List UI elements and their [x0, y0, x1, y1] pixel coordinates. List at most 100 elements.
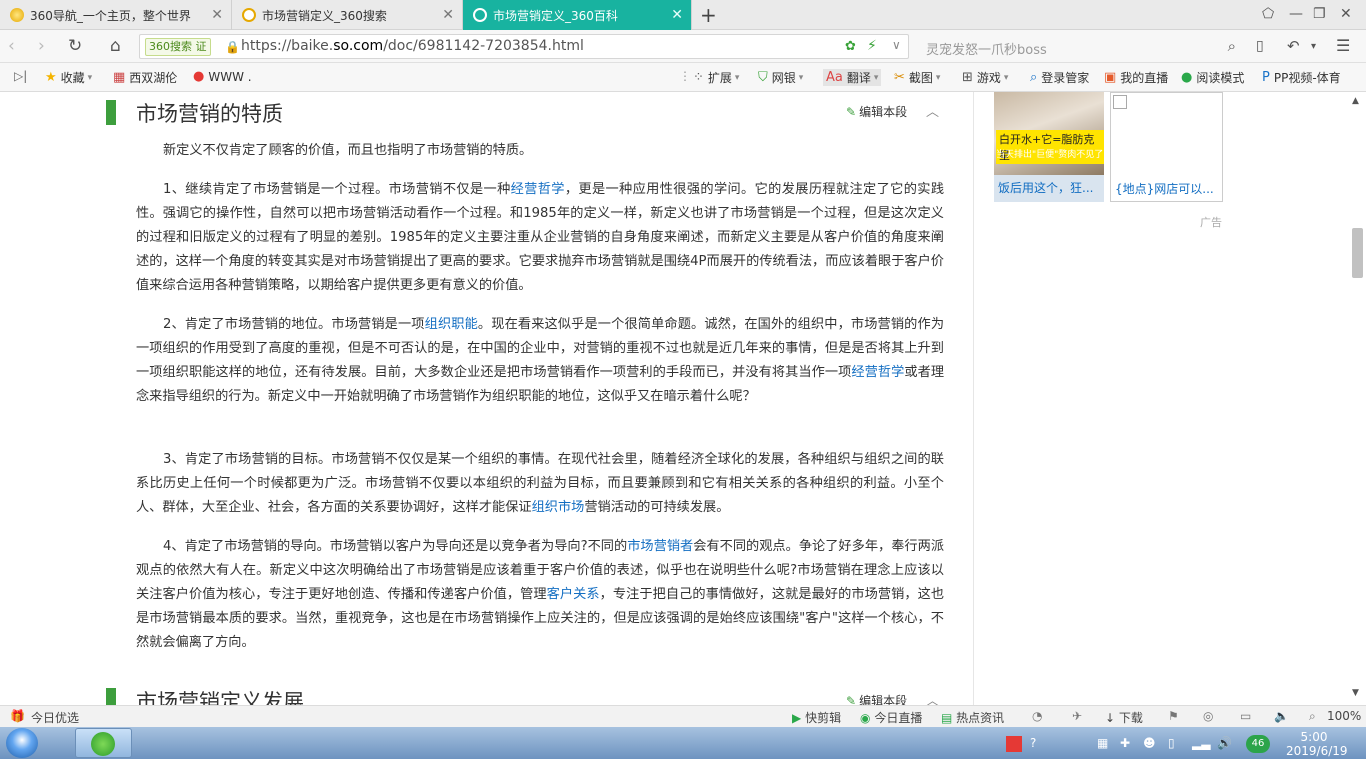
minimize-button[interactable]: —: [1289, 6, 1303, 22]
ad-card-2[interactable]: {地点}网店可以...: [1110, 92, 1223, 202]
tray-app-icon[interactable]: [1006, 736, 1022, 752]
clock-time: 5:00: [1300, 730, 1328, 744]
search-icon[interactable]: ⌕: [1228, 37, 1236, 55]
undo-icon[interactable]: ↶: [1287, 37, 1300, 55]
history-icon[interactable]: ◔: [1032, 709, 1042, 723]
toolbar-extensions[interactable]: ⁘ 扩展 ▾: [693, 69, 739, 86]
download-icon: ↓: [1105, 711, 1116, 725]
collapse-section-button[interactable]: ︿: [926, 101, 939, 120]
sidebar-toggle-icon[interactable]: ▷|: [14, 69, 27, 83]
speed-icon[interactable]: ◎: [1203, 709, 1213, 723]
keyboard-icon[interactable]: ▦: [1097, 736, 1108, 750]
tab-360-nav[interactable]: 360导航_一个主页，整个世界 ✕: [0, 0, 232, 30]
help-icon[interactable]: ?: [1030, 736, 1036, 750]
new-tab-button[interactable]: +: [700, 3, 717, 27]
search-input[interactable]: 灵宠发怒一爪秒boss: [926, 39, 1047, 58]
home-button[interactable]: ⌂: [110, 36, 121, 56]
qq-icon[interactable]: ☻: [1143, 736, 1156, 750]
chevron-down-icon[interactable]: ▾: [1311, 41, 1316, 52]
search-box[interactable]: 灵宠发怒一爪秒boss ⌕: [914, 34, 1244, 59]
collapse-section-button[interactable]: ︿: [926, 690, 939, 705]
lock-icon[interactable]: 🔒: [225, 40, 240, 54]
volume-icon[interactable]: 🔈: [1274, 709, 1289, 723]
gamepad-icon: ⊞: [962, 70, 973, 85]
bookmark-favorites[interactable]: ★ 收藏 ▾: [45, 69, 92, 86]
today-picks-link[interactable]: 今日优选: [31, 709, 79, 726]
ad-caption[interactable]: {地点}网店可以...: [1115, 180, 1219, 197]
zoom-icon[interactable]: ⌕: [1309, 709, 1316, 724]
close-window-button[interactable]: ✕: [1340, 6, 1352, 22]
forward-button[interactable]: ›: [38, 36, 45, 56]
section-marker: [106, 100, 116, 125]
bookmark-www[interactable]: ● WWW .: [193, 69, 252, 84]
lightning-icon[interactable]: ⚡: [867, 38, 877, 54]
toolbar-games[interactable]: ⊞ 游戏 ▾: [962, 69, 1008, 86]
chevron-down-icon[interactable]: ∨: [892, 38, 901, 52]
360-logo-icon: [10, 8, 24, 22]
taskbar-360-browser[interactable]: [75, 728, 132, 758]
security-shield-icon[interactable]: ✿: [845, 39, 856, 54]
toolbar-translate[interactable]: Aa 翻译 ▾: [823, 69, 882, 86]
link-shichang-yingxiaozhe[interactable]: 市场营销者: [627, 539, 693, 554]
close-icon[interactable]: ✕: [442, 7, 454, 23]
quick-edit-button[interactable]: ▶ 快剪辑: [792, 709, 841, 726]
reading-mode-icon: ●: [1181, 70, 1193, 85]
pp-logo-icon: P: [1262, 70, 1270, 85]
flag-icon[interactable]: ⚑: [1168, 709, 1179, 723]
today-live-button[interactable]: ◉ 今日直播: [860, 709, 922, 726]
shirt-skin-icon[interactable]: ⬠: [1262, 6, 1274, 22]
hot-news-button[interactable]: ▤ 热点资讯: [941, 709, 1004, 726]
phone-icon[interactable]: ▯: [1256, 38, 1264, 54]
paragraph-2: 2、肯定了市场营销的地位。市场营销是一项组织职能。现在看来这似乎是一个很简单命题…: [136, 317, 945, 404]
bookmark-xishuang[interactable]: ▦ 西双湖伦: [113, 69, 177, 86]
tab-360-baike[interactable]: 市场营销定义_360百科 ✕: [463, 0, 692, 30]
network-icon[interactable]: ▂▃: [1192, 736, 1210, 750]
url-text[interactable]: https://baike.so.com/doc/6981142-7203854…: [241, 38, 584, 54]
link-jingying-zhexue-2[interactable]: 经营哲学: [851, 365, 904, 380]
volume-icon[interactable]: 🔊: [1217, 736, 1232, 750]
edit-section-link[interactable]: ✎ 编辑本段: [846, 692, 907, 705]
system-clock[interactable]: 5:00 2019/6/19: [1286, 730, 1348, 758]
close-icon[interactable]: ✕: [211, 7, 223, 23]
edit-section-link[interactable]: ✎ 编辑本段: [846, 103, 907, 120]
network-speed-badge[interactable]: 46: [1246, 735, 1270, 753]
verified-badge[interactable]: 360搜索 证: [145, 38, 211, 56]
menu-icon[interactable]: ☰: [1336, 36, 1350, 55]
tab-360-search[interactable]: 市场营销定义_360搜索 ✕: [232, 0, 463, 30]
link-zuzhi-shichang[interactable]: 组织市场: [532, 500, 585, 515]
usb-icon[interactable]: ▯: [1168, 736, 1175, 750]
address-bar[interactable]: 360搜索 证 🔒 https://baike.so.com/doc/69811…: [139, 34, 909, 59]
window-icon[interactable]: ▭: [1240, 709, 1251, 723]
close-icon[interactable]: ✕: [671, 7, 683, 23]
section-title: 市场营销定义发展: [136, 690, 304, 705]
toolbar-reading-mode[interactable]: ● 阅读模式: [1181, 69, 1244, 86]
scrollbar[interactable]: ▲ ▼: [1348, 92, 1366, 705]
toolbar-my-live[interactable]: ▣ 我的直播: [1104, 69, 1168, 86]
scroll-up-arrow-icon[interactable]: ▲: [1352, 96, 1359, 106]
link-zuzhi-zhineng[interactable]: 组织职能: [425, 317, 478, 332]
link-kehu-guanxi[interactable]: 客户关系: [547, 587, 600, 602]
download-button[interactable]: ↓ 下载: [1105, 709, 1143, 726]
refresh-button[interactable]: ↻: [68, 36, 82, 56]
scissors-icon: ✂: [894, 70, 905, 85]
toolbar-login-manager[interactable]: ⌕ 登录管家: [1030, 69, 1089, 86]
link-jingying-zhexue[interactable]: 经营哲学: [511, 182, 565, 197]
pin-icon[interactable]: ✈: [1072, 709, 1082, 723]
toolbar-screenshot[interactable]: ✂ 截图 ▾: [894, 69, 940, 86]
site-icon: ▦: [113, 70, 126, 85]
tab-title: 360导航_一个主页，整个世界: [30, 8, 191, 23]
toolbar-pp-video[interactable]: P PP视频-体育: [1262, 69, 1341, 86]
restore-button[interactable]: ❐: [1313, 6, 1326, 22]
scrollbar-thumb[interactable]: [1352, 228, 1363, 278]
start-button[interactable]: [6, 728, 38, 758]
ad-caption[interactable]: 饭后用这个，狂...: [998, 179, 1102, 196]
section-title: 市场营销的特质: [136, 102, 283, 126]
360-tray-icon[interactable]: ✚: [1120, 736, 1130, 750]
zoom-level[interactable]: 100%: [1327, 709, 1361, 723]
paragraph-1: 1、继续肯定了市场营销是一个过程。市场营销不仅是一种经营哲学，更是一种应用性很强…: [136, 182, 945, 293]
gift-icon[interactable]: 🎁: [10, 709, 25, 723]
ad-card-1[interactable]: 白开水+它=脂肪克星 当天排出"巨便"赘肉不见了 饭后用这个，狂...: [994, 92, 1104, 202]
toolbar-bank[interactable]: ⛉ 网银 ▾: [758, 69, 803, 86]
back-button[interactable]: ‹: [8, 36, 15, 56]
scroll-down-arrow-icon[interactable]: ▼: [1352, 688, 1359, 698]
